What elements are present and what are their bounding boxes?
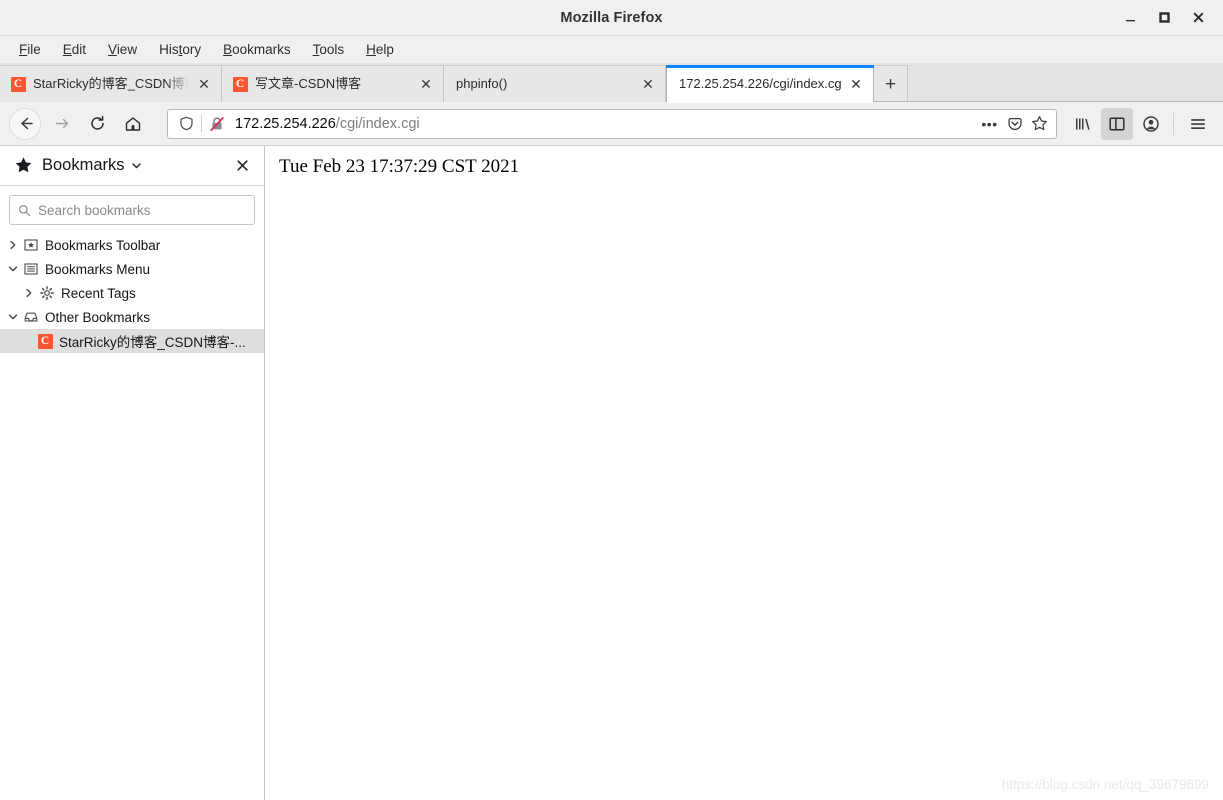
- url-text[interactable]: 172.25.254.226/cgi/index.cgi: [235, 116, 977, 132]
- tab-close-button[interactable]: ✕: [845, 73, 867, 95]
- identity-box[interactable]: [175, 113, 228, 135]
- page-body-text: Tue Feb 23 17:37:29 CST 2021: [279, 156, 520, 177]
- forward-button[interactable]: [45, 108, 77, 140]
- sidebar-close-button[interactable]: [230, 154, 254, 178]
- account-icon[interactable]: [1135, 108, 1167, 140]
- csdn-favicon: C: [232, 76, 248, 92]
- back-button[interactable]: [9, 107, 41, 140]
- tree-item-label: StarRicky的博客_CSDN博客-...: [59, 335, 246, 350]
- tab-bar: C StarRicky的博客_CSDN博客-... ✕ C 写文章-CSDN博客…: [0, 64, 1223, 103]
- tab-close-button[interactable]: ✕: [415, 73, 437, 95]
- twisty-collapsed-icon[interactable]: [20, 288, 38, 298]
- sidebar-toggle-icon[interactable]: [1101, 107, 1133, 140]
- toolbar-separator: [1173, 112, 1174, 135]
- library-icon[interactable]: [1067, 108, 1099, 140]
- url-host: 172.25.254.226: [235, 115, 336, 132]
- title-bar: Mozilla Firefox: [0, 0, 1223, 36]
- minimize-button[interactable]: [1113, 3, 1147, 33]
- tab-label: phpinfo(): [456, 76, 508, 91]
- identity-separator: [201, 115, 202, 132]
- hamburger-menu-icon[interactable]: [1182, 108, 1214, 140]
- tree-item-bookmarks-menu[interactable]: Bookmarks Menu: [0, 257, 264, 281]
- star-outline-icon[interactable]: [1027, 111, 1052, 136]
- reload-button[interactable]: [81, 108, 113, 140]
- browser-window: Mozilla Firefox File Edit View History B…: [0, 0, 1223, 800]
- tree-item-other-bookmarks[interactable]: Other Bookmarks: [0, 305, 264, 329]
- twisty-collapsed-icon[interactable]: [4, 240, 22, 250]
- csdn-favicon: C: [36, 333, 54, 349]
- menu-history[interactable]: History: [148, 39, 212, 60]
- watermark-text: https://blog.csdn.net/qq_39679699: [1001, 777, 1209, 792]
- window-title: Mozilla Firefox: [560, 9, 663, 26]
- sidebar-header: Bookmarks: [0, 146, 264, 186]
- close-button[interactable]: [1181, 3, 1215, 33]
- tab-phpinfo[interactable]: phpinfo() ✕: [444, 65, 666, 102]
- page-content: Tue Feb 23 17:37:29 CST 2021 https://blo…: [265, 146, 1223, 800]
- tab-label: 172.25.254.226/cgi/index.cgi: [679, 75, 841, 91]
- tab-starricky-blog[interactable]: C StarRicky的博客_CSDN博客-... ✕: [0, 65, 222, 102]
- tag-gear-icon: [38, 286, 56, 300]
- menu-file[interactable]: File: [8, 39, 52, 60]
- browser-body: Bookmarks Search bookmarks Bookmarks Too…: [0, 146, 1223, 800]
- sidebar-search-wrap: Search bookmarks: [0, 186, 264, 231]
- menu-help[interactable]: Help: [355, 39, 405, 60]
- tab-close-button[interactable]: ✕: [193, 73, 215, 95]
- twisty-expanded-icon[interactable]: [4, 312, 22, 322]
- sidebar-title: Bookmarks: [42, 156, 125, 174]
- tab-strip-filler: [908, 65, 1223, 102]
- tab-cgi-index[interactable]: 172.25.254.226/cgi/index.cgi ✕: [666, 65, 874, 103]
- tab-close-button[interactable]: ✕: [637, 73, 659, 95]
- url-bar[interactable]: 172.25.254.226/cgi/index.cgi •••: [167, 108, 1057, 139]
- url-path: /cgi/index.cgi: [335, 115, 420, 132]
- tree-item-label: Bookmarks Menu: [45, 261, 151, 277]
- home-button[interactable]: [117, 108, 149, 140]
- navigation-toolbar: 172.25.254.226/cgi/index.cgi •••: [0, 102, 1223, 146]
- tree-item-label: Other Bookmarks: [45, 309, 151, 325]
- search-icon: [18, 204, 31, 217]
- pocket-icon[interactable]: [1002, 111, 1027, 136]
- menu-folder-icon: [22, 262, 40, 276]
- bookmarks-sidebar: Bookmarks Search bookmarks Bookmarks Too…: [0, 146, 265, 800]
- menu-edit[interactable]: Edit: [52, 39, 97, 60]
- maximize-button[interactable]: [1147, 3, 1181, 33]
- insecure-lock-icon[interactable]: [206, 113, 228, 135]
- search-placeholder: Search bookmarks: [38, 202, 151, 218]
- search-bookmarks-input[interactable]: Search bookmarks: [9, 195, 255, 225]
- bookmarks-tree: Bookmarks Toolbar Bookmarks Menu Recent …: [0, 231, 264, 800]
- menu-bar: File Edit View History Bookmarks Tools H…: [0, 36, 1223, 64]
- new-tab-button[interactable]: +: [874, 65, 908, 102]
- window-controls: [1113, 3, 1223, 33]
- tab-write-article[interactable]: C 写文章-CSDN博客 ✕: [222, 65, 444, 102]
- twisty-expanded-icon[interactable]: [4, 264, 22, 274]
- tree-item-starricky-bookmark[interactable]: C StarRicky的博客_CSDN博客-...: [0, 329, 264, 353]
- tree-item-bookmarks-toolbar[interactable]: Bookmarks Toolbar: [0, 233, 264, 257]
- tree-item-label: Recent Tags: [61, 285, 136, 301]
- star-filled-icon: [14, 156, 33, 175]
- toolbar-folder-icon: [22, 238, 40, 252]
- tab-label: 写文章-CSDN博客: [255, 76, 362, 91]
- tree-item-label: Bookmarks Toolbar: [45, 237, 161, 253]
- chevron-down-icon[interactable]: [131, 160, 142, 171]
- menu-view[interactable]: View: [97, 39, 148, 60]
- menu-tools[interactable]: Tools: [302, 39, 356, 60]
- page-actions-button[interactable]: •••: [977, 111, 1002, 136]
- other-folder-icon: [22, 310, 40, 324]
- tab-label: StarRicky的博客_CSDN博客-...: [33, 76, 189, 91]
- tree-item-recent-tags[interactable]: Recent Tags: [0, 281, 264, 305]
- csdn-favicon: C: [10, 76, 26, 92]
- shield-icon[interactable]: [175, 113, 197, 135]
- menu-bookmarks[interactable]: Bookmarks: [212, 39, 302, 60]
